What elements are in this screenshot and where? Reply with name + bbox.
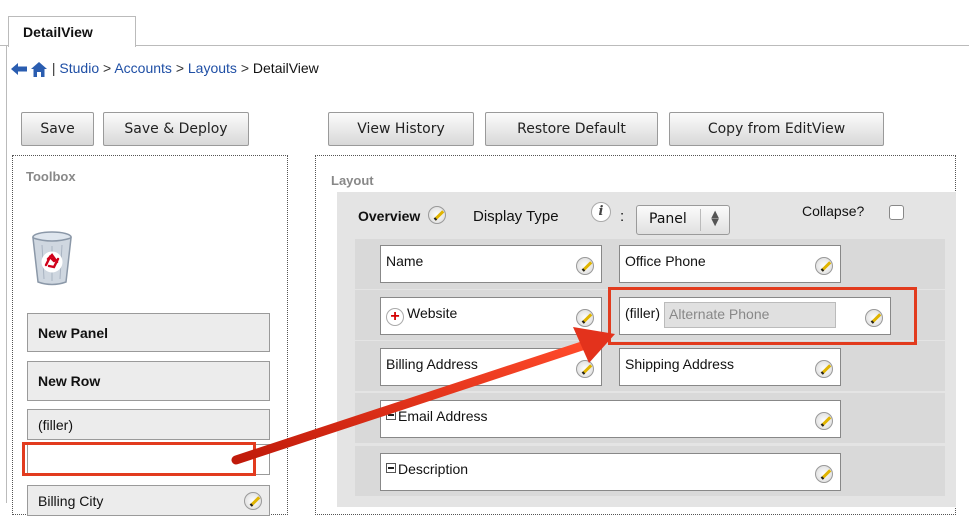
drag-arrow (231, 327, 615, 465)
